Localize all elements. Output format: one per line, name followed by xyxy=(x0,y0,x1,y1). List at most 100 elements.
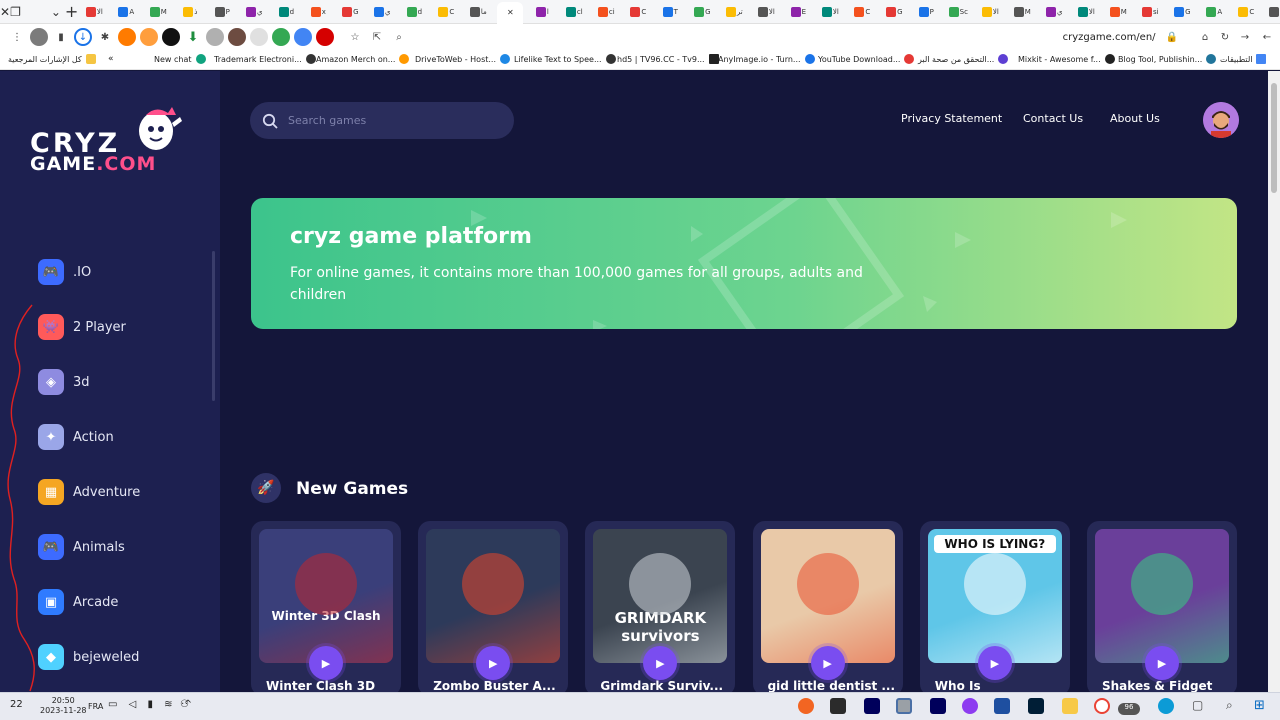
browser-tab[interactable]: ي xyxy=(1041,5,1067,19)
sidebar-category-item[interactable]: 👾 2 Player xyxy=(38,312,126,342)
restore-window-icon[interactable]: ❐ xyxy=(10,0,21,24)
bookmark-item[interactable]: Amazon Merch on... xyxy=(316,54,413,64)
new-tab-button[interactable]: + xyxy=(65,0,78,24)
bookmark-item[interactable]: AnyImage.io - Turn... xyxy=(718,54,819,64)
browser-tab[interactable]: d xyxy=(401,5,427,19)
back-icon[interactable]: ← xyxy=(1258,28,1276,46)
user-avatar[interactable] xyxy=(1203,102,1239,138)
game-card[interactable]: GRIMDARK survivors ▶ Grimdark Surviv... xyxy=(585,521,736,696)
bookmark-item[interactable]: DriveToWeb - Host... xyxy=(415,54,514,64)
play-icon[interactable]: ▶ xyxy=(810,646,845,680)
extensions-icon[interactable]: ✱ xyxy=(96,28,114,46)
extension-icon[interactable] xyxy=(206,28,224,46)
play-icon[interactable]: ▶ xyxy=(476,646,511,680)
people-icon[interactable]: ⚇ xyxy=(180,699,189,710)
browser-tab[interactable]: M xyxy=(145,5,171,19)
browser-tab[interactable]: A xyxy=(113,5,139,19)
game-thumbnail[interactable]: WHO IS LYING? xyxy=(927,529,1062,663)
bookmark-all[interactable]: كل الإشارات المرجعية xyxy=(8,54,100,64)
extension-icon[interactable] xyxy=(118,28,136,46)
browser-tab[interactable]: ا xyxy=(529,5,555,19)
browser-tab[interactable]: d xyxy=(273,5,299,19)
forward-icon[interactable]: → xyxy=(1236,28,1254,46)
browser-tab[interactable]: ما xyxy=(465,5,491,19)
task-view-icon[interactable]: ▢ xyxy=(1192,698,1208,714)
nav-about-us[interactable]: About Us xyxy=(1110,112,1160,125)
game-title[interactable]: Zombo Buster A... xyxy=(433,679,561,693)
browser-tab[interactable]: M xyxy=(1105,5,1131,19)
nav-contact-us[interactable]: Contact Us xyxy=(1023,112,1083,125)
soundcloud-icon[interactable] xyxy=(798,698,814,714)
browser-tab[interactable]: G xyxy=(1169,5,1195,19)
browser-tab[interactable]: ي xyxy=(241,5,267,19)
bookmark-item[interactable]: التحقق من صحة البر... xyxy=(918,54,1012,64)
browser-tab[interactable]: تر xyxy=(721,5,747,19)
tab-search-menu-icon[interactable]: ⌄ xyxy=(51,0,61,24)
browser-tab[interactable]: T xyxy=(657,5,683,19)
clock[interactable]: 20:50 2023-11-28 xyxy=(40,696,87,716)
reload-icon[interactable]: ↻ xyxy=(1216,28,1234,46)
bookmark-item[interactable]: Lifelike Text to Spee... xyxy=(514,54,620,64)
bookmark-item[interactable]: New chat xyxy=(154,54,210,64)
search-box[interactable] xyxy=(250,102,514,139)
extension-icon[interactable] xyxy=(228,28,246,46)
play-icon[interactable]: ▶ xyxy=(1145,646,1179,680)
share-icon[interactable]: ⇱ xyxy=(368,28,386,46)
app-icon[interactable] xyxy=(830,698,846,714)
game-card[interactable]: ▶ Zombo Buster A... xyxy=(418,521,569,696)
address-bar[interactable]: cryzgame.com/en/ 🔒 xyxy=(390,27,1190,47)
game-title[interactable]: Shakes & Fidget xyxy=(1102,679,1230,693)
browser-tab[interactable]: si xyxy=(1137,5,1163,19)
game-card[interactable]: ▶ gid little dentist ... xyxy=(752,521,903,696)
search-input[interactable] xyxy=(288,114,488,127)
browser-tab[interactable]: ي xyxy=(369,5,395,19)
browser-tab[interactable]: A xyxy=(1201,5,1227,19)
photoshop-icon[interactable] xyxy=(1028,698,1044,714)
game-thumbnail[interactable]: GRIMDARK survivors xyxy=(593,529,728,663)
bookmark-item[interactable]: Blog Tool, Publishin... xyxy=(1118,54,1220,64)
premiere-icon[interactable] xyxy=(930,698,946,714)
windows-start-icon[interactable]: ⊞ xyxy=(1254,698,1270,714)
browser-tab[interactable]: G xyxy=(881,5,907,19)
browser-tab[interactable]: C xyxy=(625,5,651,19)
extension-icon[interactable]: ⬇ xyxy=(184,28,202,46)
sidebar-category-item[interactable]: ▣ Arcade xyxy=(38,587,118,617)
url-text[interactable]: cryzgame.com/en/ xyxy=(1063,32,1156,43)
browser-tab[interactable]: الا xyxy=(1073,5,1099,19)
input-language[interactable]: FRA xyxy=(88,702,103,711)
windows-store-icon[interactable] xyxy=(994,698,1010,714)
bookmarks-overflow-icon[interactable]: « xyxy=(108,54,114,64)
game-card[interactable]: WHO IS LYING? ▶ Who Is xyxy=(919,521,1070,696)
browser-tab[interactable]: x xyxy=(305,5,331,19)
bookmark-star-icon[interactable]: ☆ xyxy=(346,28,364,46)
browser-tab[interactable]: C xyxy=(1233,5,1259,19)
extension-icon[interactable] xyxy=(294,28,312,46)
sidebar-category-item[interactable]: ◆ bejeweled xyxy=(38,642,139,672)
edge-icon[interactable] xyxy=(1158,698,1174,714)
page-scrollbar[interactable] xyxy=(1268,71,1280,692)
browser-tab[interactable]: P xyxy=(209,5,235,19)
browser-tab[interactable]: G xyxy=(689,5,715,19)
sidepanel-icon[interactable]: ▮ xyxy=(52,28,70,46)
extension-icon[interactable] xyxy=(250,28,268,46)
browser-tab[interactable]: cl xyxy=(561,5,587,19)
browser-tab[interactable]: الا xyxy=(81,5,107,19)
file-explorer-icon[interactable] xyxy=(1062,698,1078,714)
browser-tab[interactable]: ذ xyxy=(177,5,203,19)
chrome-icon[interactable] xyxy=(1094,698,1110,714)
extension-icon[interactable] xyxy=(316,28,334,46)
audition-icon[interactable] xyxy=(864,698,880,714)
nav-privacy-statement[interactable]: Privacy Statement xyxy=(901,112,1002,125)
browser-tab[interactable]: P xyxy=(913,5,939,19)
page-scrollbar-thumb[interactable] xyxy=(1271,83,1277,193)
active-app-icon[interactable] xyxy=(896,698,912,714)
more-menu-icon[interactable]: ⋮ xyxy=(8,28,26,46)
browser-tab[interactable]: Pr xyxy=(1265,5,1280,19)
game-title[interactable]: Winter Clash 3D xyxy=(266,679,394,693)
bookmark-item[interactable]: Mixkit - Awesome f... xyxy=(1018,54,1119,64)
game-thumbnail[interactable] xyxy=(760,529,895,663)
weather-widget[interactable]: 22 xyxy=(10,699,23,710)
play-icon[interactable]: ▶ xyxy=(643,646,678,680)
browser-tab[interactable]: E xyxy=(785,5,811,19)
extension-icon[interactable] xyxy=(272,28,290,46)
